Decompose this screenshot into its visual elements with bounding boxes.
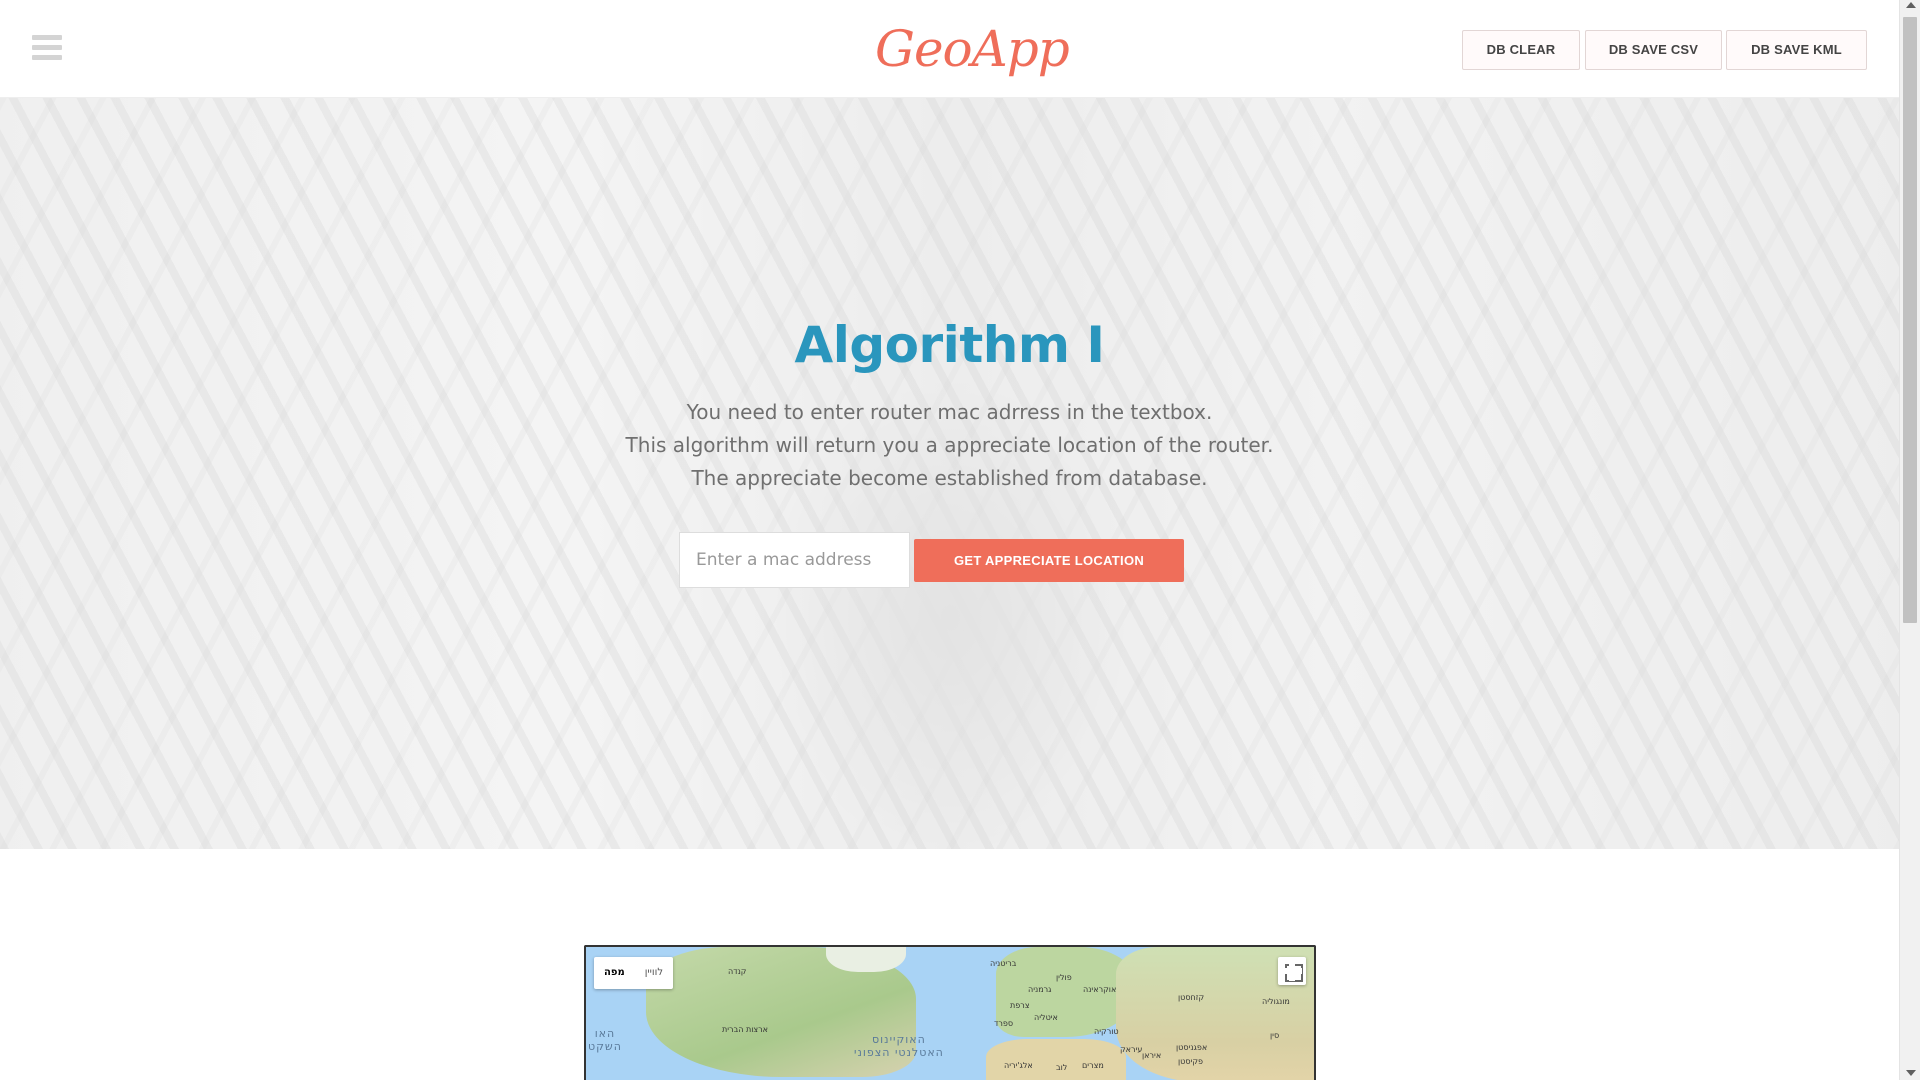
scroll-down-arrow-icon[interactable] [1906, 1070, 1916, 1076]
map-type-control: מפה לוויין [594, 957, 674, 989]
map-label-canada: קנדה [728, 967, 747, 976]
map-label-ukraine: אוקראינה [1083, 985, 1117, 994]
map-label-algeria: אלג'יריה [1004, 1061, 1033, 1070]
get-location-button[interactable]: GET APPRECIATE LOCATION [914, 539, 1184, 582]
top-header: GeoApp DB CLEAR DB SAVE CSV DB SAVE KML [0, 0, 1899, 98]
hero-title: Algorithm I [794, 316, 1105, 374]
map-label-usa: ארצות הברית [722, 1025, 769, 1034]
map-label-afghanistan: אפגניסטן [1176, 1043, 1208, 1052]
scroll-up-arrow-icon[interactable] [1906, 2, 1916, 8]
map-type-satellite-button[interactable]: לוויין [635, 957, 673, 989]
map-label-pakistan: פקיסטן [1178, 1057, 1204, 1066]
map-widget[interactable]: מפה לוויין קנדה ארצות הברית האו השקט האו… [584, 945, 1316, 1080]
map-label-mongolia: מונגוליה [1262, 997, 1290, 1006]
map-label-kazakhstan: קזחסטן [1178, 993, 1205, 1002]
map-label-iraq: עיראק [1120, 1045, 1143, 1054]
hero-description-line: This algorithm will return you a appreci… [625, 433, 1274, 457]
map-label-atlantic: האוקיינוס האטלנטי הצפוני [854, 1033, 944, 1059]
map-label-egypt: מצרים [1082, 1061, 1104, 1070]
hero-description-line: The appreciate become established from d… [691, 466, 1208, 490]
db-save-kml-button[interactable]: DB SAVE KML [1726, 30, 1867, 70]
map-label-turkey: טורקיה [1094, 1027, 1119, 1036]
db-clear-button[interactable]: DB CLEAR [1462, 30, 1580, 70]
map-label-germany: גרמניה [1028, 985, 1052, 994]
map-label-uk: בריטניה [990, 959, 1017, 968]
hamburger-menu-icon[interactable] [32, 35, 62, 61]
scrollbar-thumb[interactable] [1903, 17, 1917, 623]
db-save-csv-button[interactable]: DB SAVE CSV [1585, 30, 1722, 70]
map-label-poland: פולין [1056, 973, 1072, 982]
map-label-china: סין [1270, 1031, 1280, 1040]
page-scrollbar[interactable] [1899, 0, 1920, 1080]
map-label-italy: איטליה [1034, 1013, 1058, 1022]
map-label-spain: ספרד [994, 1019, 1014, 1028]
map-label-france: צרפת [1010, 1001, 1030, 1010]
fullscreen-icon[interactable] [1278, 957, 1306, 985]
map-label-libya: לוב [1056, 1063, 1068, 1072]
map-land-greenland [826, 947, 906, 972]
app-logo[interactable]: GeoApp [875, 16, 1070, 82]
map-label-iran: איראן [1142, 1051, 1162, 1060]
hero-description-line: You need to enter router mac adrress in … [686, 400, 1213, 424]
map-type-map-button[interactable]: מפה [594, 957, 635, 989]
hero-section: Algorithm I You need to enter router mac… [0, 98, 1899, 849]
map-label-pacific: האו השקט [588, 1027, 622, 1053]
map-land-africa [986, 1039, 1126, 1080]
hero-content: Algorithm I You need to enter router mac… [0, 98, 1899, 849]
mac-address-input[interactable] [679, 532, 910, 588]
